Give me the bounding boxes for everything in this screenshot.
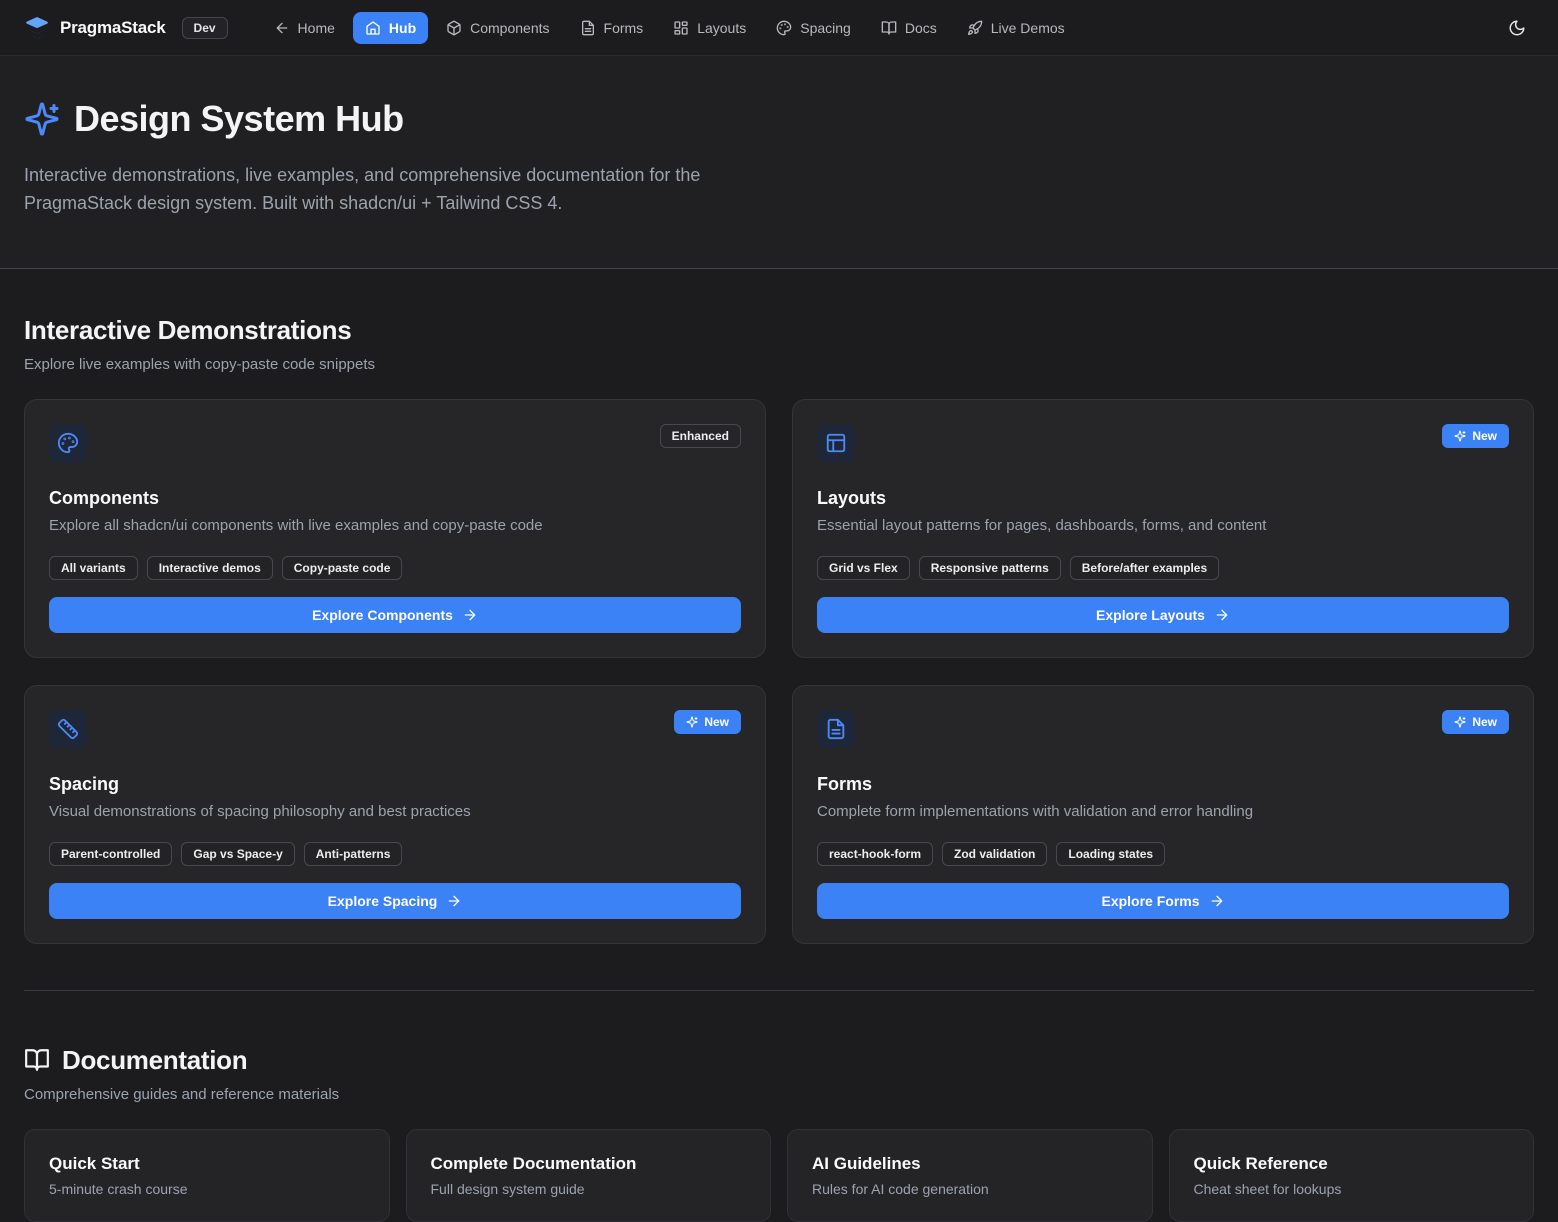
layout-dashboard-icon bbox=[673, 20, 689, 36]
arrow-right-icon bbox=[446, 893, 462, 909]
book-open-icon bbox=[24, 1047, 50, 1073]
demo-card-grid: Enhanced Components Explore all shadcn/u… bbox=[24, 399, 1534, 944]
rocket-icon bbox=[967, 20, 983, 36]
explore-layouts-button[interactable]: Explore Layouts bbox=[817, 597, 1509, 633]
file-text-icon bbox=[580, 20, 596, 36]
demo-card-layouts[interactable]: New Layouts Essential layout patterns fo… bbox=[792, 399, 1534, 658]
doc-card-title: Complete Documentation bbox=[431, 1154, 747, 1174]
nav-item-live-demos[interactable]: Live Demos bbox=[955, 12, 1077, 44]
nav-item-hub[interactable]: Hub bbox=[353, 12, 428, 44]
file-text-icon bbox=[817, 710, 855, 748]
status-badge: New bbox=[1442, 424, 1509, 448]
card-description: Explore all shadcn/ui components with li… bbox=[49, 517, 741, 534]
feature-tag: Copy-paste code bbox=[282, 556, 403, 580]
layout-panel-icon bbox=[817, 424, 855, 462]
doc-card-description: 5-minute crash course bbox=[49, 1181, 365, 1197]
card-title: Spacing bbox=[49, 774, 741, 795]
palette-icon bbox=[776, 20, 792, 36]
brand-name: PragmaStack bbox=[60, 18, 166, 38]
feature-tag: react-hook-form bbox=[817, 842, 933, 866]
sparkles-icon bbox=[686, 716, 698, 728]
card-description: Visual demonstrations of spacing philoso… bbox=[49, 803, 741, 820]
doc-card-quick-reference[interactable]: Quick Reference Cheat sheet for lookups bbox=[1169, 1129, 1535, 1222]
demo-card-forms[interactable]: New Forms Complete form implementations … bbox=[792, 685, 1534, 944]
card-description: Complete form implementations with valid… bbox=[817, 803, 1509, 820]
demos-heading: Interactive Demonstrations bbox=[24, 315, 351, 346]
arrow-right-icon bbox=[1214, 607, 1230, 623]
docs-heading: Documentation bbox=[62, 1045, 247, 1076]
doc-card-title: Quick Reference bbox=[1194, 1154, 1510, 1174]
book-open-icon bbox=[881, 20, 897, 36]
explore-components-button[interactable]: Explore Components bbox=[49, 597, 741, 633]
demos-subheading: Explore live examples with copy-paste co… bbox=[24, 356, 1534, 373]
card-title: Forms bbox=[817, 774, 1509, 795]
sparkles-icon bbox=[1454, 430, 1466, 442]
feature-tag: Interactive demos bbox=[147, 556, 273, 580]
doc-card-description: Full design system guide bbox=[431, 1181, 747, 1197]
sparkles-icon bbox=[1454, 716, 1466, 728]
nav-item-spacing[interactable]: Spacing bbox=[764, 12, 863, 44]
brand[interactable]: PragmaStack Dev bbox=[24, 15, 228, 41]
doc-card-title: AI Guidelines bbox=[812, 1154, 1128, 1174]
feature-tag: Zod validation bbox=[942, 842, 1047, 866]
explore-spacing-button[interactable]: Explore Spacing bbox=[49, 883, 741, 919]
nav-item-components[interactable]: Components bbox=[434, 12, 561, 44]
feature-tag: All variants bbox=[49, 556, 138, 580]
doc-card-description: Cheat sheet for lookups bbox=[1194, 1181, 1510, 1197]
status-badge: Enhanced bbox=[660, 424, 741, 448]
feature-tag: Responsive patterns bbox=[919, 556, 1061, 580]
theme-toggle-button[interactable] bbox=[1500, 11, 1534, 45]
doc-card-grid: Quick Start 5-minute crash course Comple… bbox=[24, 1129, 1534, 1222]
doc-card-ai-guidelines[interactable]: AI Guidelines Rules for AI code generati… bbox=[787, 1129, 1153, 1222]
sparkles-icon bbox=[24, 101, 60, 137]
docs-section: Documentation Comprehensive guides and r… bbox=[0, 991, 1558, 1222]
arrow-left-icon bbox=[274, 20, 290, 36]
feature-tag: Grid vs Flex bbox=[817, 556, 910, 580]
nav-item-home[interactable]: Home bbox=[262, 12, 347, 44]
status-badge: New bbox=[674, 710, 741, 734]
nav-item-forms[interactable]: Forms bbox=[568, 12, 656, 44]
arrow-right-icon bbox=[462, 607, 478, 623]
layers-icon bbox=[24, 15, 50, 41]
card-title: Components bbox=[49, 488, 741, 509]
status-badge: New bbox=[1442, 710, 1509, 734]
top-navbar: PragmaStack Dev Home Hub Components Fo bbox=[0, 0, 1558, 56]
card-title: Layouts bbox=[817, 488, 1509, 509]
explore-forms-button[interactable]: Explore Forms bbox=[817, 883, 1509, 919]
feature-tag: Gap vs Space-y bbox=[181, 842, 294, 866]
moon-icon bbox=[1508, 19, 1526, 37]
box-icon bbox=[446, 20, 462, 36]
doc-card-title: Quick Start bbox=[49, 1154, 365, 1174]
doc-card-quick-start[interactable]: Quick Start 5-minute crash course bbox=[24, 1129, 390, 1222]
home-icon bbox=[365, 20, 381, 36]
card-description: Essential layout patterns for pages, das… bbox=[817, 517, 1509, 534]
feature-tag: Anti-patterns bbox=[304, 842, 403, 866]
doc-card-complete-documentation[interactable]: Complete Documentation Full design syste… bbox=[406, 1129, 772, 1222]
env-badge: Dev bbox=[182, 17, 228, 39]
demo-card-components[interactable]: Enhanced Components Explore all shadcn/u… bbox=[24, 399, 766, 658]
ruler-icon bbox=[49, 710, 87, 748]
main-nav: Home Hub Components Forms Layouts bbox=[262, 12, 1077, 44]
palette-icon bbox=[49, 424, 87, 462]
nav-item-layouts[interactable]: Layouts bbox=[661, 12, 758, 44]
page-subtitle: Interactive demonstrations, live example… bbox=[24, 162, 769, 218]
docs-subheading: Comprehensive guides and reference mater… bbox=[24, 1086, 1534, 1103]
nav-item-docs[interactable]: Docs bbox=[869, 12, 949, 44]
doc-card-description: Rules for AI code generation bbox=[812, 1181, 1128, 1197]
demo-card-spacing[interactable]: New Spacing Visual demonstrations of spa… bbox=[24, 685, 766, 944]
feature-tag: Loading states bbox=[1056, 842, 1165, 866]
arrow-right-icon bbox=[1209, 893, 1225, 909]
page-title: Design System Hub bbox=[74, 98, 404, 140]
feature-tag: Parent-controlled bbox=[49, 842, 172, 866]
feature-tag: Before/after examples bbox=[1070, 556, 1219, 580]
hero-section: Design System Hub Interactive demonstrat… bbox=[0, 56, 1558, 269]
demos-section: Interactive Demonstrations Explore live … bbox=[0, 269, 1558, 944]
